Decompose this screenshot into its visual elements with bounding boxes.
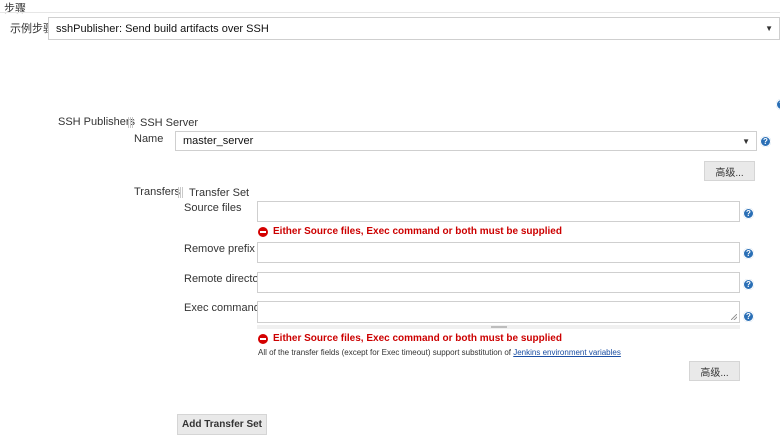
ssh-server-name-select[interactable]: master_server ▼ [175, 131, 757, 151]
help-icon[interactable]: ? [743, 279, 754, 290]
transfer-set-label: Transfer Set [189, 187, 250, 199]
remote-directory-input[interactable] [257, 272, 740, 293]
name-label: Name [134, 133, 164, 145]
transfer-advanced-button[interactable]: 高级... [689, 361, 740, 381]
resize-handle-icon[interactable] [731, 314, 737, 320]
expander-grip [491, 326, 507, 328]
chevron-down-icon: ▼ [742, 136, 750, 146]
ssh-server-label: SSH Server [140, 117, 199, 129]
exec-command-label: Exec command [184, 302, 260, 314]
help-icon[interactable]: ? [743, 208, 754, 219]
remove-prefix-label: Remove prefix [184, 243, 255, 255]
env-variables-link[interactable]: Jenkins environment variables [513, 348, 621, 357]
transfers-label: Transfers [134, 186, 181, 198]
error-icon [258, 226, 268, 237]
help-icon[interactable]: ? [743, 248, 754, 259]
add-transfer-set-button[interactable]: Add Transfer Set [177, 414, 267, 435]
substitution-note: All of the transfer fields (except for E… [258, 348, 621, 357]
step-select-value: sshPublisher: Send build artifacts over … [56, 22, 269, 35]
remote-directory-label: Remote directory [184, 273, 268, 285]
exec-command-error: Either Source files, Exec command or bot… [258, 333, 562, 344]
textarea-expander[interactable] [257, 325, 740, 329]
ssh-publishers-label: SSH Publishers [58, 116, 136, 128]
error-icon [258, 333, 268, 344]
section-divider [0, 12, 780, 13]
source-files-error: Either Source files, Exec command or bot… [258, 226, 562, 237]
ssh-server-advanced-button[interactable]: 高级... [704, 161, 755, 181]
source-files-error-text: Either Source files, Exec command or bot… [273, 226, 562, 237]
section-title: 步骤 [4, 3, 26, 15]
help-icon[interactable]: ? [743, 311, 754, 322]
chevron-down-icon: ▼ [765, 24, 773, 33]
help-icon[interactable]: ? [776, 99, 780, 110]
remove-prefix-input[interactable] [257, 242, 740, 263]
ssh-server-name-value: master_server [183, 135, 254, 147]
step-select[interactable]: sshPublisher: Send build artifacts over … [48, 17, 780, 40]
exec-command-error-text: Either Source files, Exec command or bot… [273, 333, 562, 344]
help-icon[interactable]: ? [760, 136, 771, 147]
source-files-input[interactable] [257, 201, 740, 222]
drag-handle-icon[interactable] [178, 187, 183, 198]
exec-command-textarea[interactable] [257, 301, 740, 323]
drag-handle-icon[interactable] [128, 117, 133, 128]
source-files-label: Source files [184, 202, 242, 214]
substitution-note-text: All of the transfer fields (except for E… [258, 348, 514, 357]
